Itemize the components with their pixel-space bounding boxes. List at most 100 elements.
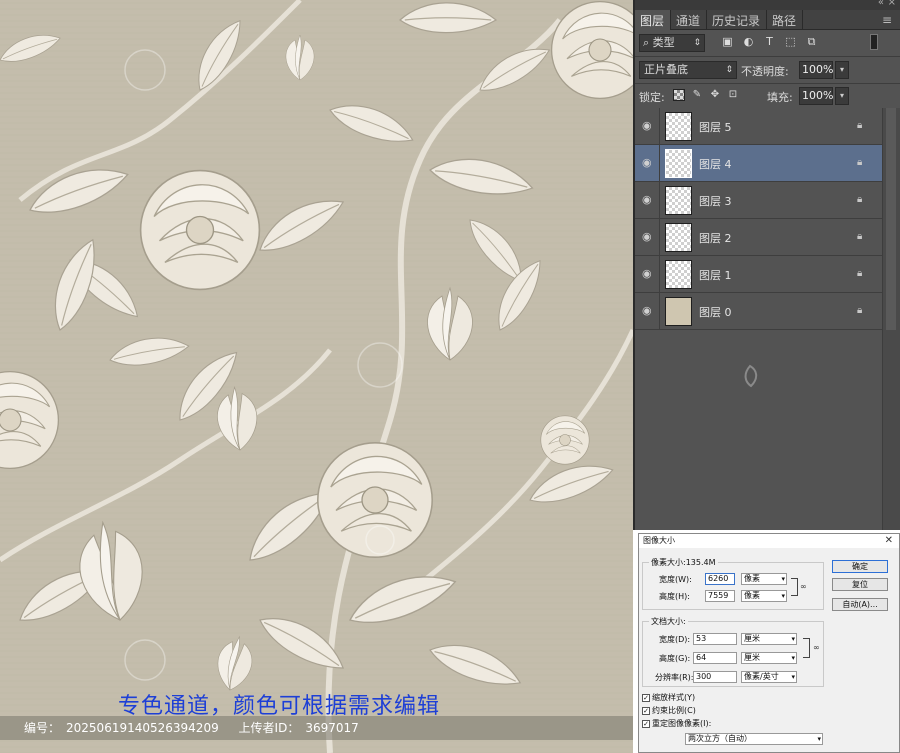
fill-label: 填充: — [767, 91, 793, 104]
filter-kind-select[interactable]: ⌕ 类型 ⇕ — [639, 34, 705, 52]
lock-transparency-icon[interactable] — [673, 89, 685, 101]
layer-row-5[interactable]: ◉ 图层 5 🔒︎ — [635, 108, 882, 145]
constrain-proportions-checkbox[interactable]: ✓ 约束比例(C) — [642, 705, 696, 716]
scale-styles-checkbox[interactable]: ✓ 缩放样式(Y) — [642, 692, 695, 703]
lock-pixels-icon[interactable]: ✎ — [691, 89, 703, 101]
image-filter-icon[interactable]: ▣ — [721, 35, 734, 48]
panel-menu-icon[interactable]: ≡ — [882, 13, 892, 27]
dialog-title: 图像大小 — [643, 536, 675, 545]
chain-link-icon: ∞ — [813, 643, 820, 652]
uploader-value: 3697017 — [305, 721, 359, 735]
smart-object-filter-icon[interactable]: ⧉ — [805, 35, 818, 48]
eye-icon[interactable]: ◉ — [642, 157, 654, 169]
layer-thumbnail — [665, 260, 692, 289]
lock-position-icon[interactable]: ✥ — [709, 89, 721, 101]
resample-method-value: 两次立方（自动） — [688, 734, 752, 743]
resolution-unit-select[interactable]: 像素/英寸 ▾ — [741, 671, 797, 683]
lock-all-icon[interactable]: ⊡ — [727, 89, 739, 101]
width-input[interactable]: 6260 — [705, 573, 735, 585]
blend-mode-value: 正片叠底 — [644, 63, 688, 76]
constrain-proportions-label: 约束比例(C) — [652, 706, 696, 715]
chain-bracket — [803, 638, 810, 658]
layer-row-4[interactable]: ◉ 图层 4 🔒︎ — [635, 145, 882, 182]
height-unit-select[interactable]: 像素 ▾ — [741, 590, 787, 602]
close-icon[interactable]: ✕ — [885, 534, 893, 547]
auto-button[interactable]: 自动(A)... — [832, 598, 888, 611]
layer-row-0[interactable]: ◉ 图层 0 🔒︎ — [635, 293, 882, 330]
tab-layers[interactable]: 图层 — [635, 10, 672, 30]
eye-icon[interactable]: ◉ — [642, 194, 654, 206]
layer-list-scrollbar[interactable] — [882, 108, 900, 530]
width-unit-select[interactable]: 像素 ▾ — [741, 573, 787, 585]
tab-history[interactable]: 历史记录 — [707, 10, 768, 30]
chevron-down-icon: ▾ — [791, 673, 795, 681]
chevron-down-icon: ⇕ — [725, 65, 733, 75]
blend-mode-select[interactable]: 正片叠底 ⇕ — [639, 61, 737, 79]
checkmark-icon: ✓ — [642, 706, 650, 715]
opacity-dropdown[interactable]: ▾ — [835, 61, 849, 79]
scrollbar-thumb[interactable] — [886, 108, 896, 330]
ok-button[interactable]: 确定 — [832, 560, 888, 573]
eye-icon[interactable]: ◉ — [642, 120, 654, 132]
layers-panel: « × 图层 通道 历史记录 路径 ≡ ⌕ 类型 ⇕ ▣ ◐ T ⬚ ⧉ 正片叠… — [633, 0, 900, 530]
resolution-unit-value: 像素/英寸 — [744, 672, 779, 681]
tab-paths[interactable]: 路径 — [767, 10, 804, 30]
eye-icon[interactable]: ◉ — [642, 231, 654, 243]
floral-pattern — [0, 0, 633, 753]
layer-row-3[interactable]: ◉ 图层 3 🔒︎ — [635, 182, 882, 219]
filter-toggle[interactable] — [870, 34, 878, 50]
chevron-down-icon: ▾ — [817, 735, 821, 743]
chevron-down-icon: ⇕ — [693, 38, 701, 48]
separator — [659, 108, 660, 145]
layer-thumbnail — [665, 297, 692, 326]
doc-width-input[interactable]: 53 — [693, 633, 737, 645]
eye-icon[interactable]: ◉ — [642, 305, 654, 317]
chevron-down-icon: ▾ — [781, 592, 785, 600]
canvas-artwork[interactable]: 专色通道，颜色可根据需求编辑 编号： 20250619140526394209 上… — [0, 0, 633, 753]
doc-height-input[interactable]: 64 — [693, 652, 737, 664]
doc-width-unit-value: 厘米 — [744, 634, 760, 643]
layer-list: ◉ 图层 5 🔒︎ ◉ 图层 4 🔒︎ ◉ 图层 3 🔒︎ ◉ 图层 2 🔒︎ … — [635, 108, 882, 330]
width-unit-value: 像素 — [744, 574, 760, 583]
layer-name: 图层 3 — [699, 195, 732, 208]
layer-row-2[interactable]: ◉ 图层 2 🔒︎ — [635, 219, 882, 256]
lock-row: 锁定: ✎ ✥ ⊡ 填充: 100% ▾ — [635, 83, 900, 108]
height-input[interactable]: 7559 — [705, 590, 735, 602]
eye-icon[interactable]: ◉ — [642, 268, 654, 280]
dialog-title-bar: 图像大小 ✕ — [639, 534, 899, 548]
document-size-label: 文档大小: — [649, 616, 688, 627]
layer-name: 图层 4 — [699, 158, 732, 171]
chevron-down-icon: ▾ — [791, 654, 795, 662]
fill-input[interactable]: 100% — [799, 87, 833, 105]
layer-name: 图层 1 — [699, 269, 732, 282]
close-icon[interactable]: × — [888, 0, 896, 8]
checkmark-icon: ✓ — [642, 719, 650, 728]
height-label: 高度(H): — [659, 592, 690, 601]
uploader-label: 上传者ID： — [238, 721, 300, 735]
opacity-input[interactable]: 100% — [799, 61, 833, 79]
layer-name: 图层 2 — [699, 232, 732, 245]
resample-checkbox[interactable]: ✓ 重定图像像素(I): — [642, 718, 711, 729]
tab-channels[interactable]: 通道 — [671, 10, 708, 30]
fill-dropdown[interactable]: ▾ — [835, 87, 849, 105]
doc-width-label: 宽度(D): — [659, 635, 691, 644]
shape-filter-icon[interactable]: ⬚ — [784, 35, 797, 48]
collapse-icon[interactable]: « — [878, 0, 884, 8]
resample-method-select[interactable]: 两次立方（自动） ▾ — [685, 733, 823, 745]
doc-height-unit-select[interactable]: 厘米 ▾ — [741, 652, 797, 664]
separator — [659, 182, 660, 219]
type-filter-icon[interactable]: T — [763, 35, 776, 48]
height-unit-value: 像素 — [744, 591, 760, 600]
lock-label: 锁定: — [639, 91, 665, 104]
doc-width-unit-select[interactable]: 厘米 ▾ — [741, 633, 797, 645]
layer-thumbnail — [665, 186, 692, 215]
reset-button[interactable]: 复位 — [832, 578, 888, 591]
panel-tabs: 图层 通道 历史记录 路径 ≡ — [635, 10, 900, 30]
resolution-input[interactable]: 300 — [693, 671, 737, 683]
separator — [659, 293, 660, 330]
adjustment-filter-icon[interactable]: ◐ — [742, 35, 755, 48]
layer-row-1[interactable]: ◉ 图层 1 🔒︎ — [635, 256, 882, 293]
opacity-label: 不透明度: — [741, 65, 789, 78]
separator — [659, 256, 660, 293]
lock-icon: 🔒︎ — [857, 305, 863, 316]
